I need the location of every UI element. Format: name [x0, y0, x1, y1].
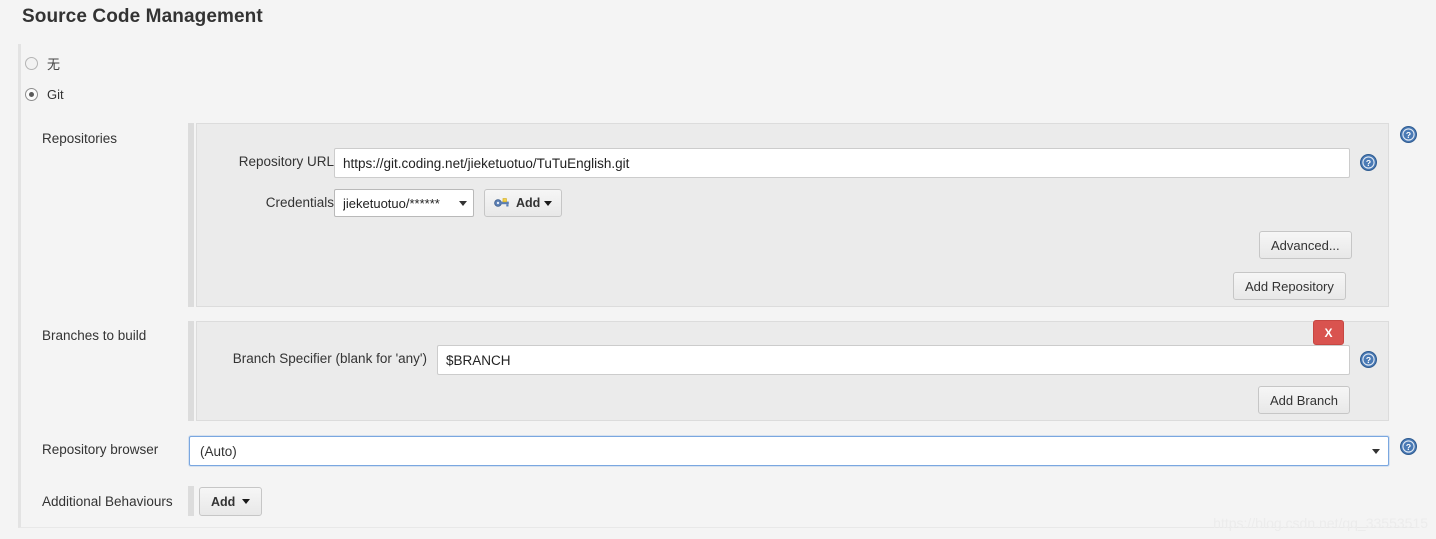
- radio-git[interactable]: [25, 87, 38, 101]
- key-icon: [494, 196, 510, 211]
- repository-browser-value: (Auto): [200, 443, 237, 459]
- scm-option-none-label: 无: [47, 56, 61, 72]
- additional-behaviours-tick: [188, 486, 194, 516]
- scm-option-none[interactable]: 无: [25, 53, 60, 73]
- page-title: Source Code Management: [22, 6, 263, 27]
- branches-tick: [188, 321, 194, 421]
- chevron-down-icon-credentials: [459, 200, 467, 206]
- chevron-down-icon-additional-behaviours: [242, 499, 251, 504]
- repository-browser-select[interactable]: (Auto): [189, 436, 1389, 466]
- help-icon-repository-browser[interactable]: ?: [1400, 438, 1417, 455]
- repositories-tick: [188, 123, 194, 307]
- repository-browser-label: Repository browser: [42, 442, 159, 457]
- additional-behaviours-label: Additional Behaviours: [42, 494, 173, 509]
- advanced-button[interactable]: Advanced...: [1259, 231, 1352, 259]
- scm-config-page: Source Code Management 无 Git Repositorie…: [0, 0, 1436, 539]
- help-icon-repositories[interactable]: ?: [1400, 126, 1417, 143]
- branches-label: Branches to build: [42, 328, 147, 343]
- branch-specifier-input[interactable]: [437, 345, 1350, 375]
- svg-text:?: ?: [1366, 158, 1371, 168]
- watermark: https://blog.csdn.net/qq_33553515: [1213, 515, 1428, 531]
- credentials-label: Credentials: [265, 195, 334, 210]
- additional-behaviours-add-label: Add: [211, 494, 236, 509]
- repository-url-input[interactable]: [334, 148, 1350, 178]
- svg-text:?: ?: [1406, 130, 1411, 140]
- scm-option-git-label: Git: [47, 86, 64, 102]
- svg-text:?: ?: [1366, 355, 1371, 365]
- scm-option-git[interactable]: Git: [25, 84, 64, 104]
- additional-behaviours-add-button[interactable]: Add: [199, 487, 263, 516]
- add-credentials-label: Add: [516, 196, 541, 210]
- add-credentials-button[interactable]: Add: [484, 189, 563, 217]
- credentials-select[interactable]: jieketuotuo/******: [334, 189, 474, 217]
- credentials-select-value: jieketuotuo/******: [343, 195, 440, 211]
- repositories-label: Repositories: [42, 131, 118, 146]
- chevron-down-icon-add-credentials: [544, 200, 553, 206]
- help-icon-branch-specifier[interactable]: ?: [1360, 351, 1377, 368]
- delete-branch-button[interactable]: X: [1313, 320, 1344, 345]
- svg-text:?: ?: [1406, 442, 1411, 452]
- branch-specifier-label: Branch Specifier (blank for 'any'): [232, 351, 427, 366]
- add-branch-button[interactable]: Add Branch: [1258, 386, 1350, 414]
- add-repository-button[interactable]: Add Repository: [1233, 272, 1346, 300]
- radio-none[interactable]: [25, 56, 38, 70]
- help-icon-repository-url[interactable]: ?: [1360, 154, 1377, 171]
- chevron-down-icon-repository-browser: [1372, 448, 1380, 454]
- repository-url-label: Repository URL: [238, 154, 334, 169]
